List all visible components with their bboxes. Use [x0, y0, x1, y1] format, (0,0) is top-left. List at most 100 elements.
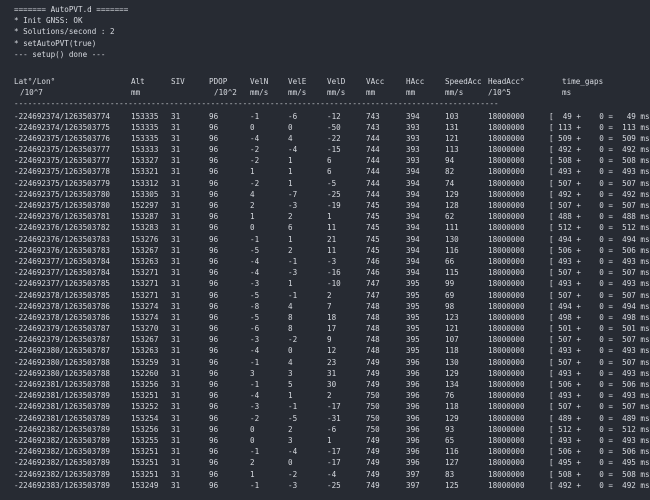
setup-log: ======= AutoPVT.d ======= * Init GNSS: O…	[14, 4, 650, 60]
cell-pdop: 96	[209, 380, 219, 389]
log-line-solutions: * Solutions/second : 2	[14, 27, 115, 37]
cell-speedacc: 115	[445, 268, 459, 278]
cell-pdop: 96	[209, 435, 219, 445]
cell-pdop: 96	[209, 469, 219, 479]
table-row: -224692377/1263503784 153271 31 96 -4 -3 -16 74…	[14, 267, 650, 278]
cell-lat-lon: -224692376/1263503782	[14, 223, 111, 233]
cell-vele: 0	[288, 122, 293, 132]
cell-siv: 31	[171, 424, 181, 434]
terminal-window[interactable]: ======= AutoPVT.d ======= * Init GNSS: O…	[0, 0, 650, 500]
cell-vele: -4	[288, 145, 298, 155]
cell-hacc: 395	[406, 312, 420, 322]
cell-lat-lon: -224692375/1263503776	[14, 133, 111, 143]
cell-time-gaps: [ 507 + 0 = 507 ms ]	[549, 357, 650, 367]
cell-pdop: 96	[209, 357, 219, 367]
cell-time-gaps: [ 498 + 0 = 498 ms ]	[549, 312, 650, 322]
col-time-gaps: time_gaps	[562, 76, 604, 86]
unit-time-gaps: ms	[562, 88, 572, 98]
cell-vacc: 745	[366, 234, 380, 244]
cell-veln: -2	[250, 178, 260, 188]
cell-time-gaps: [ 507 + 0 = 507 ms ]	[549, 290, 650, 300]
cell-alt: 153251	[131, 469, 159, 479]
cell-vele: 4	[288, 301, 293, 311]
table-row: -224692379/1263503787 153267 31 96 -3 -2 9 748 3…	[14, 334, 650, 345]
table-row: -224692381/1263503789 153252 31 96 -3 -1 -17 75…	[14, 401, 650, 412]
cell-speedacc: 113	[445, 145, 459, 155]
cell-vele: 2	[288, 245, 293, 255]
cell-vele: 8	[288, 324, 293, 334]
cell-pdop: 96	[209, 346, 219, 356]
cell-hacc: 394	[406, 111, 420, 121]
cell-speedacc: 98	[445, 301, 455, 311]
cell-pdop: 96	[209, 256, 219, 266]
cell-time-gaps: [ 506 + 0 = 506 ms ]	[549, 380, 650, 389]
cell-siv: 31	[171, 268, 181, 278]
cell-alt: 153249	[131, 480, 159, 490]
cell-headacc: 18000000	[488, 447, 525, 457]
cell-time-gaps: [ 492 + 0 = 492 ms ]	[549, 145, 650, 155]
cell-veln: -2	[250, 156, 260, 166]
cell-hacc: 394	[406, 212, 420, 222]
cell-vacc: 749	[366, 435, 380, 445]
cell-siv: 31	[171, 290, 181, 300]
cell-time-gaps: [ 507 + 0 = 507 ms ]	[549, 201, 650, 210]
cell-pdop: 96	[209, 402, 219, 412]
cell-vacc: 745	[366, 223, 380, 233]
cell-vele: -3	[288, 201, 298, 210]
cell-veld: 17	[327, 324, 337, 334]
cell-vele: -2	[288, 469, 298, 479]
cell-vacc: 744	[366, 178, 380, 188]
cell-vele: 4	[288, 357, 293, 367]
cell-vacc: 749	[366, 458, 380, 468]
cell-time-gaps: [ 508 + 0 = 508 ms ]	[549, 156, 650, 166]
cell-headacc: 18000000	[488, 156, 525, 166]
cell-veld: -16	[327, 268, 341, 278]
unit-veld: mm/s	[327, 88, 346, 98]
cell-vele: 8	[288, 312, 293, 322]
cell-hacc: 395	[406, 335, 420, 345]
cell-alt: 153335	[131, 133, 159, 143]
cell-time-gaps: [ 492 + 0 = 492 ms ]	[549, 189, 650, 199]
table-row: -224692377/1263503784 153263 31 96 -4 -1 -3 746…	[14, 256, 650, 267]
cell-veld: -17	[327, 458, 341, 468]
cell-hacc: 393	[406, 156, 420, 166]
cell-hacc: 393	[406, 133, 420, 143]
cell-pdop: 96	[209, 212, 219, 222]
cell-lat-lon: -224692375/1263503777	[14, 145, 111, 155]
col-vacc: VAcc	[366, 76, 385, 86]
cell-speedacc: 62	[445, 212, 455, 222]
cell-hacc: 395	[406, 279, 420, 289]
table-row: -224692376/1263503783 153267 31 96 -5 2 11 745 3…	[14, 245, 650, 256]
cell-lat-lon: -224692380/1263503787	[14, 346, 111, 356]
cell-vele: 2	[288, 212, 293, 222]
cell-vacc: 750	[366, 402, 380, 412]
cell-alt: 153263	[131, 256, 159, 266]
column-headers: Lat°/Lon° Alt SIV PDOP VelN VelE VelD VA…	[14, 76, 650, 87]
cell-lat-lon: -224692379/1263503787	[14, 324, 111, 334]
log-line-setup-done: --- setup() done ---	[14, 49, 106, 59]
cell-pdop: 96	[209, 145, 219, 155]
cell-veld: 1	[327, 212, 332, 222]
cell-lat-lon: -224692382/1263503789	[14, 458, 111, 468]
cell-vacc: 750	[366, 424, 380, 434]
cell-headacc: 18000000	[488, 212, 525, 222]
col-lat: Lat°/Lon°	[14, 76, 56, 86]
cell-siv: 31	[171, 380, 181, 389]
cell-hacc: 396	[406, 458, 420, 468]
unit-alt: mm	[131, 88, 141, 98]
cell-alt: 153251	[131, 391, 159, 401]
cell-pdop: 96	[209, 245, 219, 255]
cell-vacc: 748	[366, 324, 380, 334]
cell-headacc: 18000000	[488, 245, 525, 255]
cell-speedacc: 116	[445, 245, 459, 255]
cell-siv: 31	[171, 301, 181, 311]
cell-siv: 31	[171, 469, 181, 479]
cell-vacc: 744	[366, 145, 380, 155]
cell-pdop: 96	[209, 447, 219, 457]
cell-lat-lon: -224692376/1263503783	[14, 245, 111, 255]
cell-vele: -3	[288, 480, 298, 490]
cell-vele: 0	[288, 346, 293, 356]
log-line-title: ======= AutoPVT.d =======	[14, 5, 129, 14]
table-row: -224692375/1263503780 152297 31 96 2 -3 -19 745…	[14, 200, 650, 211]
cell-siv: 31	[171, 156, 181, 166]
